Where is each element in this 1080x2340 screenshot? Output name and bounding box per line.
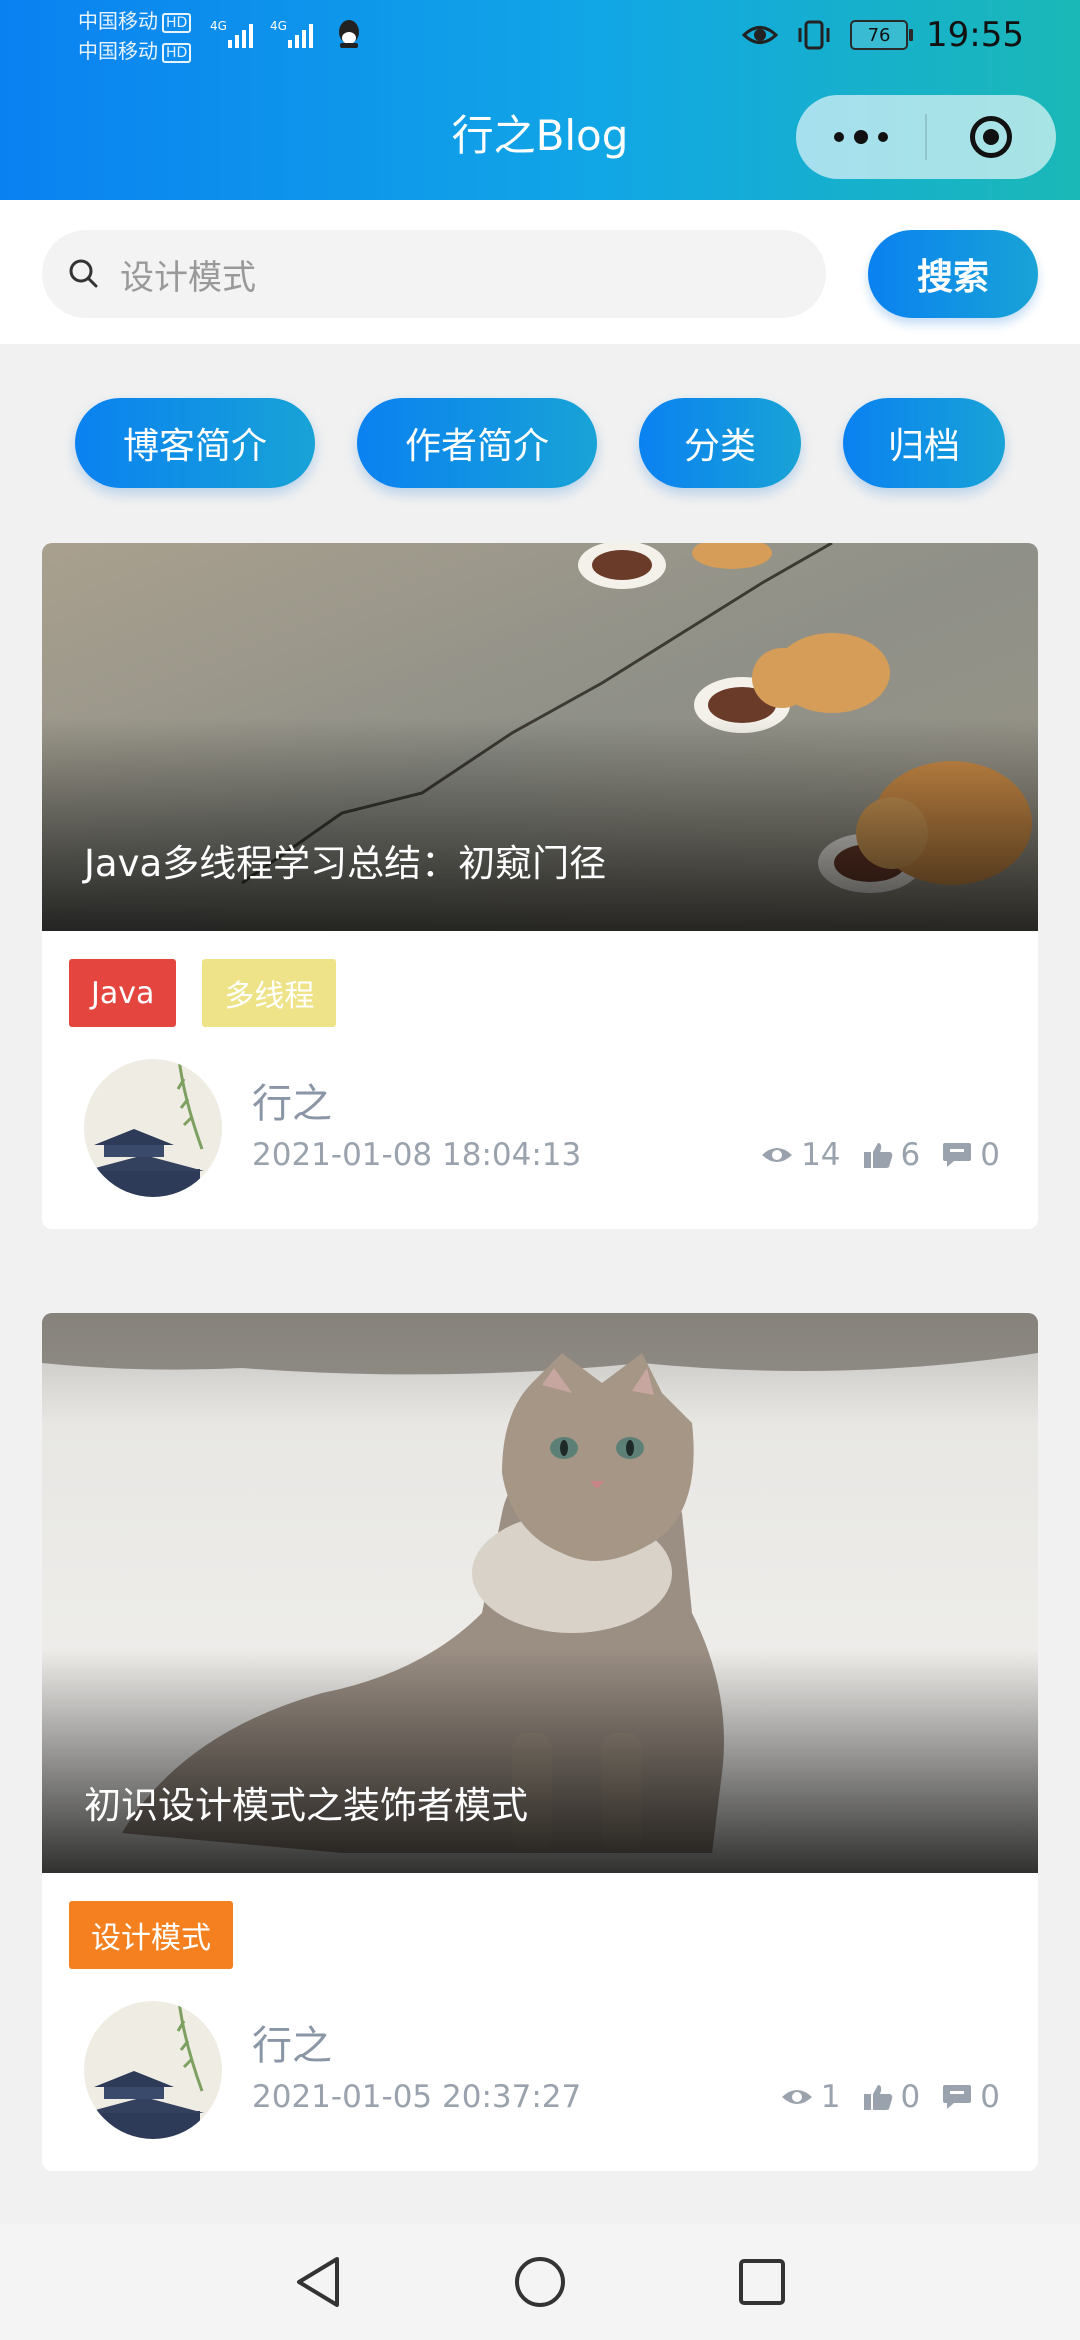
capsule-close-button[interactable]	[927, 95, 1056, 179]
net-type-2: 4G	[270, 19, 287, 33]
post-stats: 14 6 0	[761, 1137, 1000, 1173]
post-stats: 1 0 0	[781, 2079, 1000, 2115]
vibrate-icon	[798, 20, 830, 50]
comments-stat[interactable]: 0	[942, 1137, 1000, 1173]
author-name[interactable]: 行之	[252, 2013, 332, 2071]
qq-icon	[339, 20, 359, 48]
back-triangle-icon[interactable]	[293, 2255, 343, 2309]
comment-icon	[943, 2085, 972, 2109]
post-title[interactable]: Java多线程学习总结：初窥门径	[84, 833, 606, 887]
battery-level: 76	[867, 24, 891, 46]
likes-stat[interactable]: 0	[863, 2079, 921, 2115]
status-time: 19:55	[926, 15, 1024, 55]
signal-icon-1: 4G	[210, 19, 253, 48]
author-name[interactable]: 行之	[252, 1071, 332, 1129]
post-date: 2021-01-08 18:04:13	[252, 1137, 582, 1173]
post-card[interactable]: 初识设计模式之装饰者模式 设计模式 行之 2021-01-05 20:37:27…	[42, 1313, 1038, 2171]
post-date: 2021-01-05 20:37:27	[252, 2079, 582, 2115]
carrier-name-2: 中国移动	[78, 39, 158, 63]
net-type-1: 4G	[210, 19, 227, 33]
signal-icon-2: 4G	[270, 19, 313, 48]
carrier-info: 中国移动 HD 中国移动 HD	[78, 6, 192, 66]
search-bar: 搜索	[0, 200, 1080, 344]
status-bar: 中国移动 HD 中国移动 HD 4G 4G 76 19:55	[0, 0, 1080, 70]
app-header: 中国移动 HD 中国移动 HD 4G 4G 76 19:55 行之Blog	[0, 0, 1080, 200]
hd-badge-1: HD	[162, 12, 192, 33]
post-tags: Java 多线程	[69, 959, 337, 1027]
tag-multithreading[interactable]: 多线程	[202, 959, 337, 1027]
search-button[interactable]: 搜索	[868, 230, 1038, 318]
search-input[interactable]	[118, 253, 772, 295]
views-stat: 14	[761, 1137, 841, 1173]
author-avatar[interactable]	[84, 2001, 222, 2139]
carrier-name-1: 中国移动	[78, 9, 158, 33]
search-icon	[69, 259, 98, 288]
post-cover[interactable]: 初识设计模式之装饰者模式	[42, 1313, 1038, 1873]
thumbs-up-icon	[863, 1143, 892, 1168]
tag-java[interactable]: Java	[69, 959, 177, 1027]
author-avatar[interactable]	[84, 1059, 222, 1197]
pavilion-avatar-image	[84, 1059, 222, 1197]
post-title[interactable]: 初识设计模式之装饰者模式	[84, 1775, 528, 1829]
comment-icon	[943, 1143, 972, 1167]
views-stat: 1	[781, 2079, 841, 2115]
nav-blog-intro[interactable]: 博客简介	[75, 398, 315, 488]
mini-program-capsule	[796, 95, 1056, 179]
capsule-more-button[interactable]	[796, 95, 925, 179]
tag-design-patterns[interactable]: 设计模式	[69, 1901, 233, 1969]
comments-count: 0	[980, 2079, 1000, 2115]
likes-count: 6	[900, 1137, 921, 1173]
views-count: 14	[801, 1137, 841, 1173]
pavilion-avatar-image	[84, 2001, 222, 2139]
nav-author-intro[interactable]: 作者简介	[357, 398, 597, 488]
eye-icon	[781, 2090, 812, 2104]
comments-stat[interactable]: 0	[942, 2079, 1000, 2115]
eye-comfort-icon	[742, 26, 779, 44]
nav-archive[interactable]: 归档	[843, 398, 1005, 488]
likes-stat[interactable]: 6	[863, 1137, 921, 1173]
home-circle-icon[interactable]	[513, 2255, 567, 2309]
nav-categories[interactable]: 分类	[639, 398, 801, 488]
status-right: 76 19:55	[742, 12, 1024, 58]
eye-icon	[762, 1148, 793, 1162]
post-cover[interactable]: Java多线程学习总结：初窥门径	[42, 543, 1038, 931]
likes-count: 0	[900, 2079, 921, 2115]
post-tags: 设计模式	[69, 1901, 233, 1969]
views-count: 1	[820, 2079, 841, 2115]
target-icon	[970, 116, 1013, 158]
battery-indicator: 76	[850, 20, 914, 50]
post-card[interactable]: Java多线程学习总结：初窥门径 Java 多线程 行之 2021-01-08 …	[42, 543, 1038, 1229]
hd-badge-2: HD	[162, 42, 192, 63]
comments-count: 0	[980, 1137, 1000, 1173]
search-box[interactable]	[42, 230, 826, 318]
more-dots-icon	[833, 130, 888, 144]
thumbs-up-icon	[863, 2085, 892, 2110]
category-nav: 博客简介 作者简介 分类 归档	[0, 398, 1080, 490]
system-navigation-bar	[0, 2224, 1080, 2340]
recent-square-icon[interactable]	[737, 2257, 787, 2307]
